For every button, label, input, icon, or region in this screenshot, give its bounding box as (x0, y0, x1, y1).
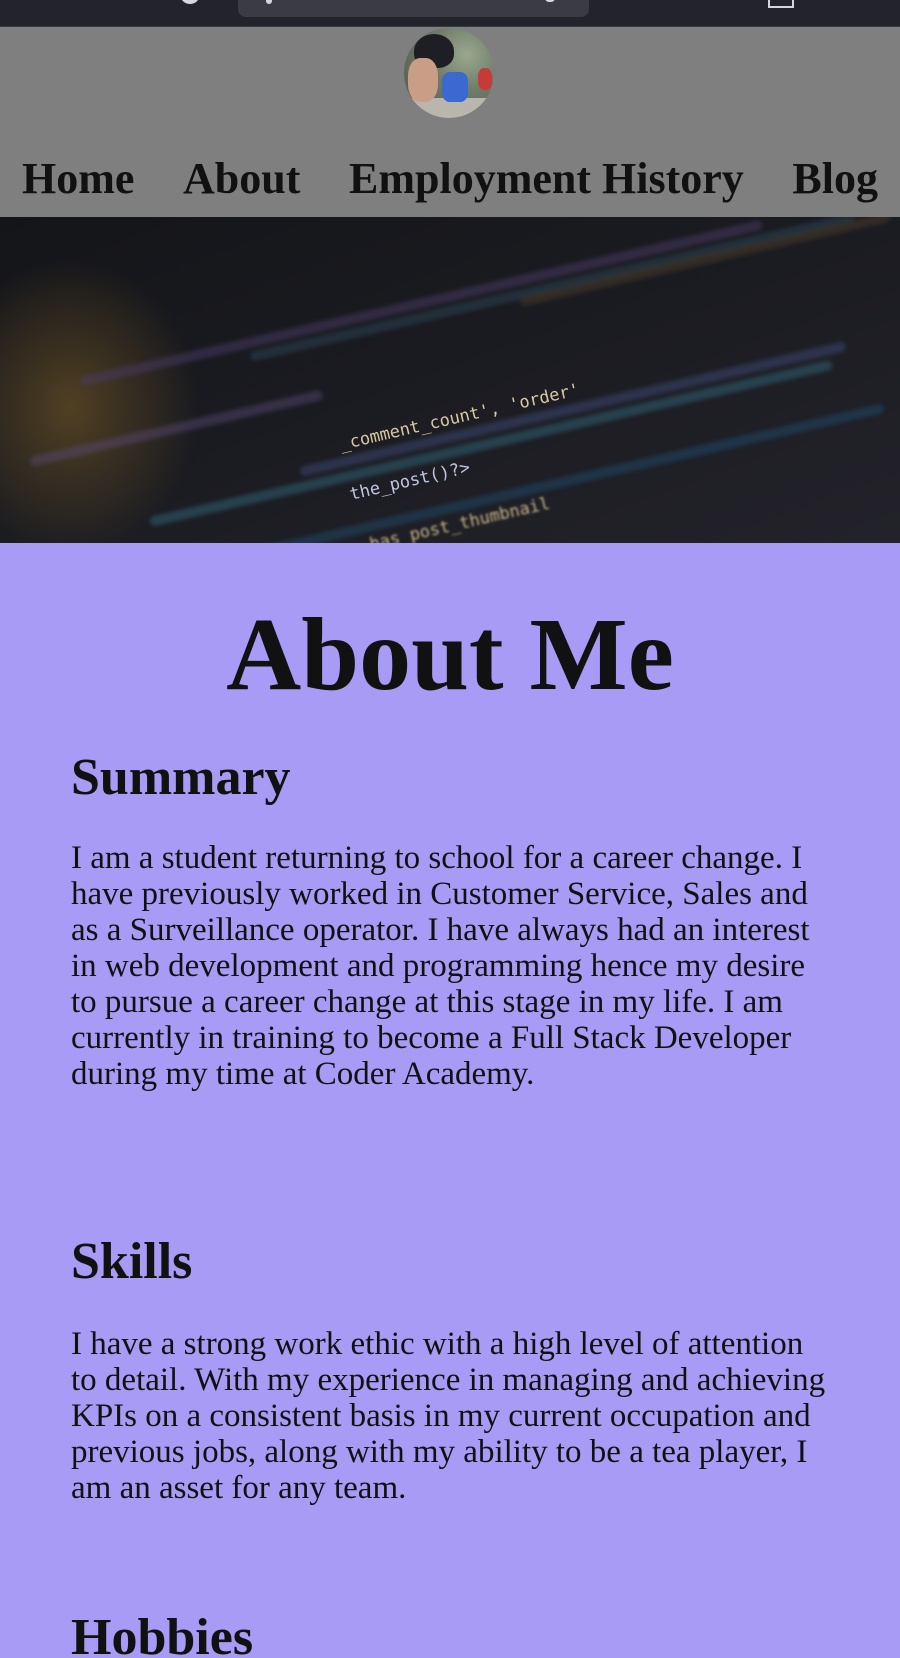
section-heading: Hobbies (71, 1609, 254, 1658)
site-header: Home About Employment History Blog (0, 27, 900, 217)
section-heading: Summary (71, 749, 291, 806)
nav-employment-history[interactable]: Employment History (349, 153, 744, 206)
main-nav: Home About Employment History Blog (0, 153, 900, 206)
hero-banner-image: _comment_count', 'order' the_post()?> ha… (0, 217, 900, 543)
nav-home[interactable]: Home (22, 153, 134, 206)
reload-icon[interactable] (180, 0, 200, 4)
avatar (404, 28, 494, 118)
lock-icon (266, 0, 272, 4)
section-heading: Skills (71, 1233, 193, 1290)
nav-about[interactable]: About (183, 153, 300, 206)
nav-blog[interactable]: Blog (792, 153, 878, 206)
section-text: I am a student returning to school for a… (71, 840, 810, 1093)
hobbies-section: Hobbies (71, 1609, 831, 1658)
main-content: About Me Summary I am a student returnin… (0, 543, 900, 1658)
tabs-icon[interactable] (768, 0, 794, 8)
address-bar[interactable] (238, 0, 589, 17)
section-text: I have a strong work ethic with a high l… (71, 1326, 826, 1507)
browser-toolbar (0, 0, 900, 27)
summary-section: Summary I am a student returning to scho… (71, 749, 831, 1092)
page-settings-icon[interactable] (545, 0, 555, 2)
skills-section: Skills I have a strong work ethic with a… (71, 1233, 831, 1506)
page-title: About Me (226, 597, 674, 712)
